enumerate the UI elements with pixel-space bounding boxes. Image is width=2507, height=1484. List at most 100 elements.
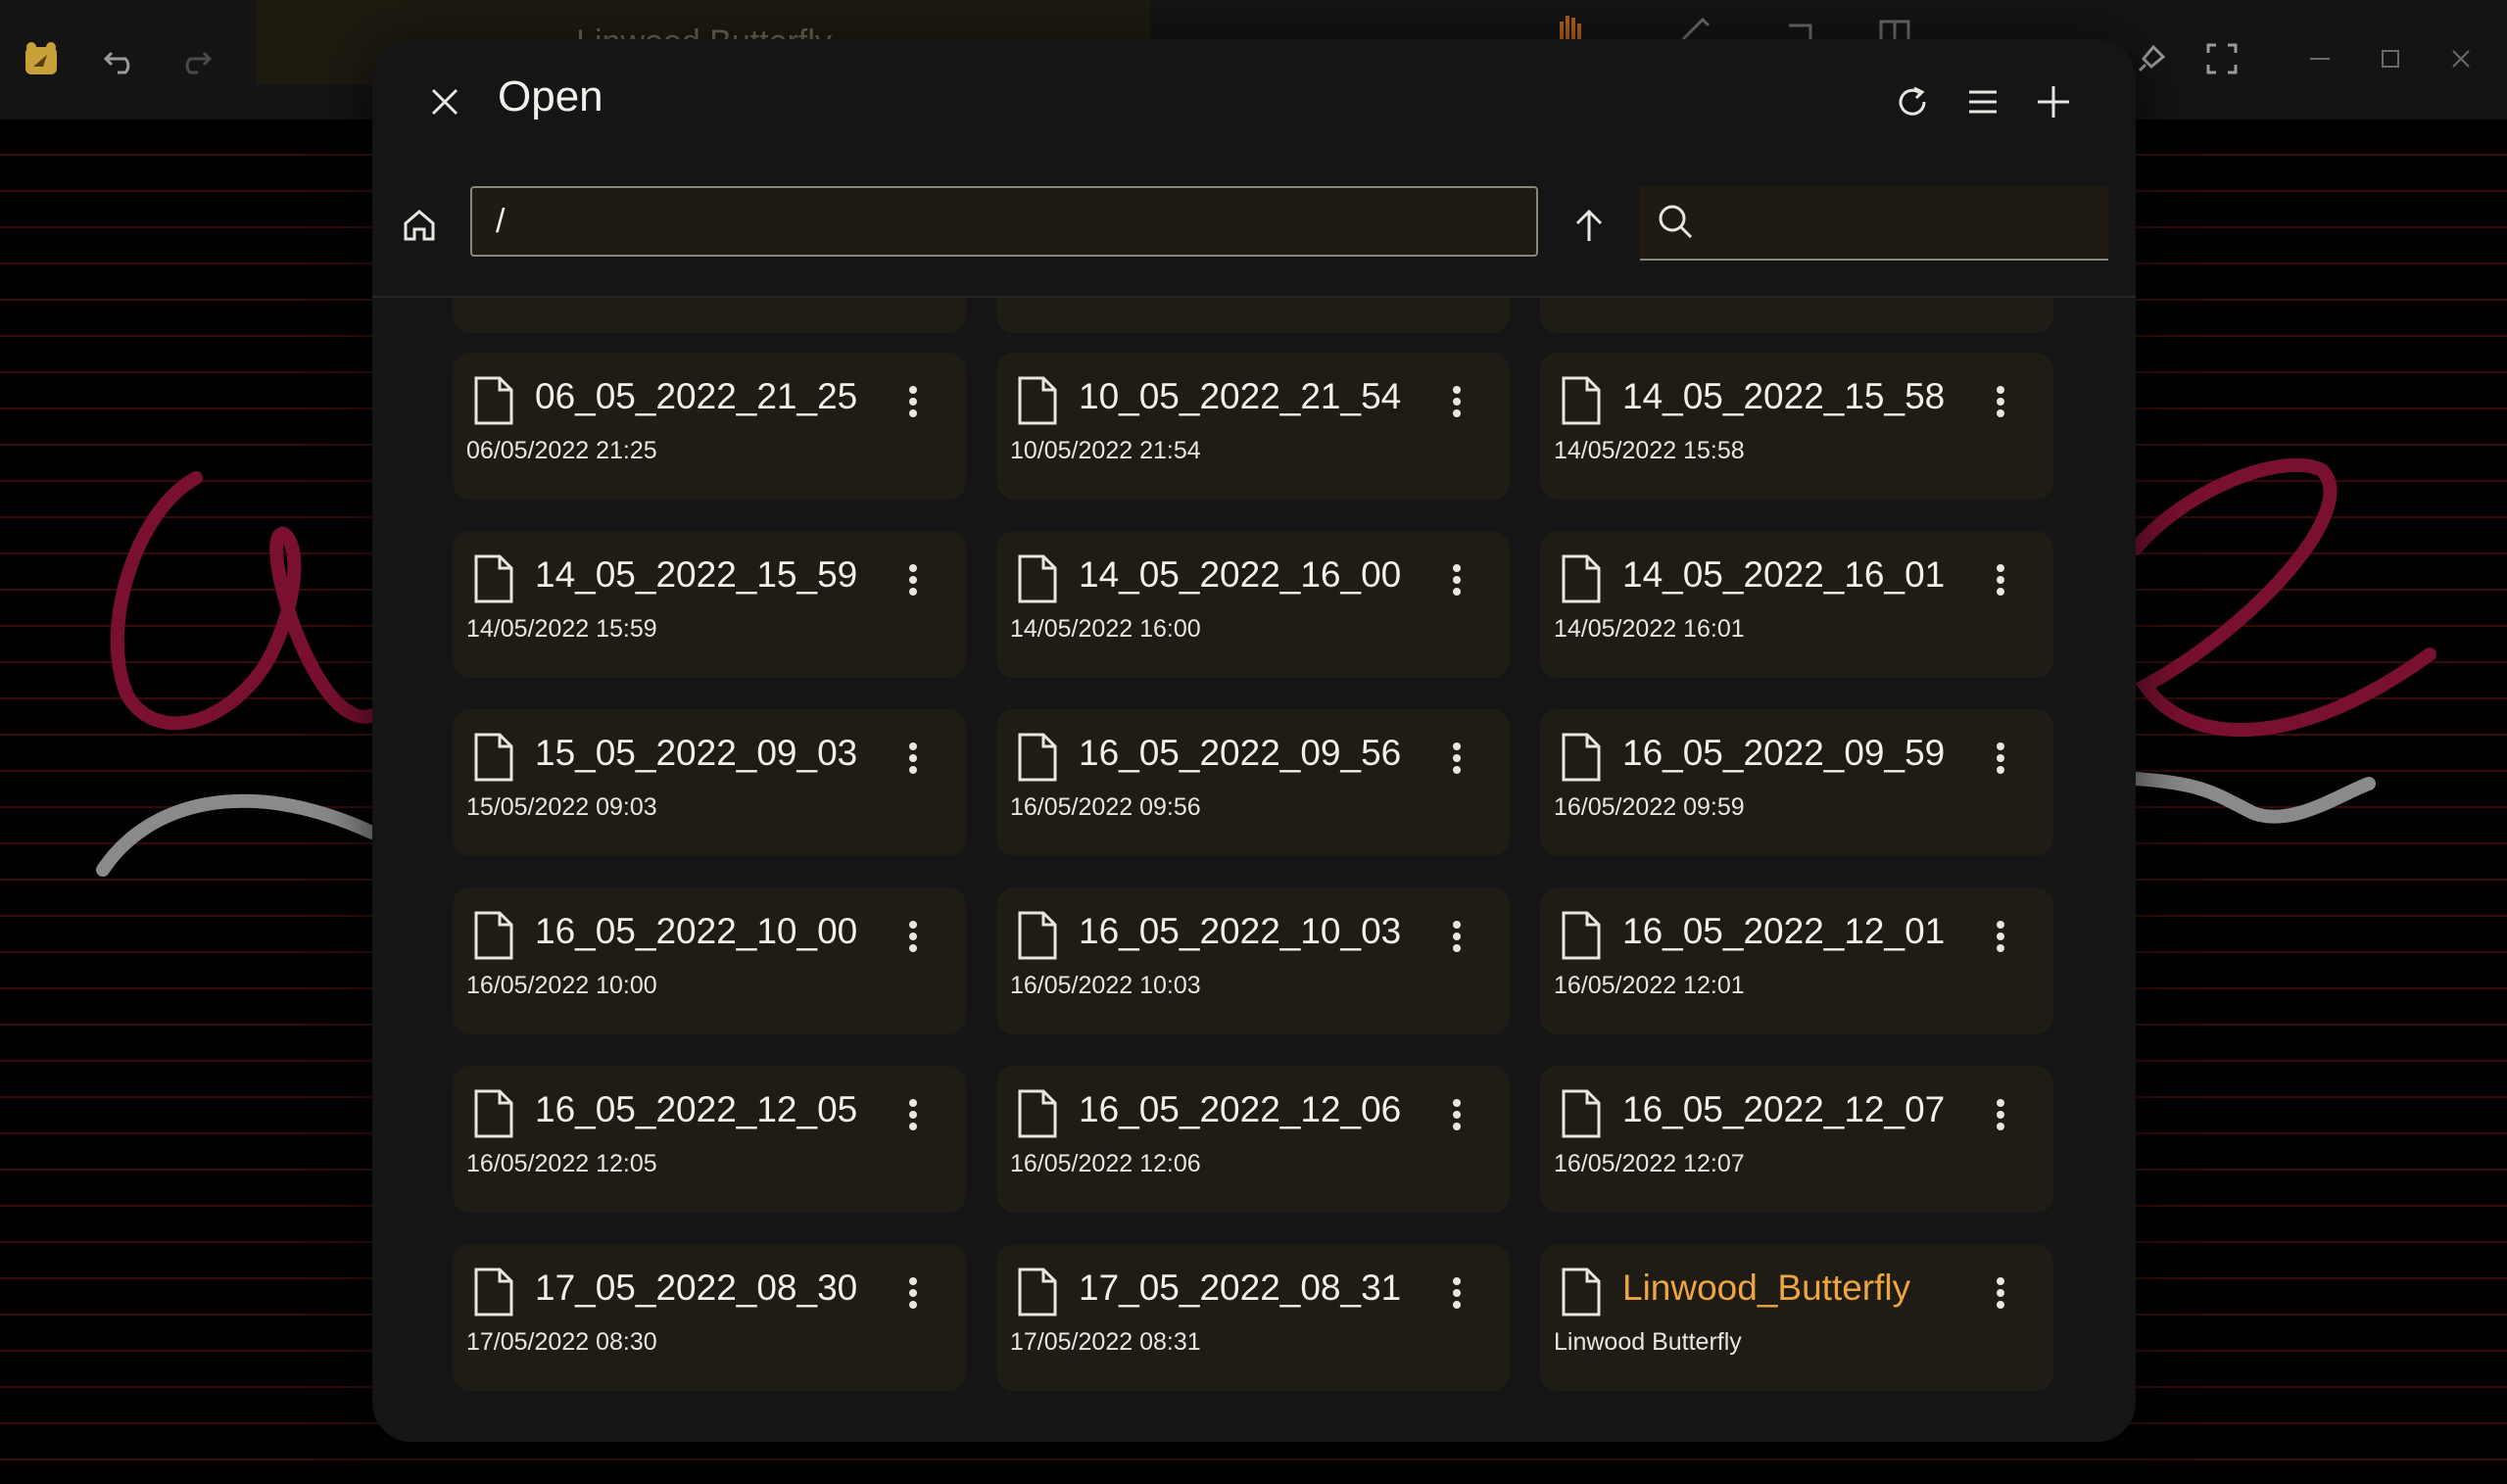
file-icon [472,911,515,960]
file-card[interactable]: 16_05_2022_12_07 16/05/2022 12:07 [1540,1066,2053,1213]
file-date: 15/05/2022 09:03 [466,793,657,821]
file-date: 17/05/2022 08:31 [1010,1328,1201,1356]
more-vertical-icon[interactable] [884,907,942,966]
window-close-icon[interactable] [2434,31,2488,86]
dialog-title: Open [498,72,603,120]
more-vertical-icon[interactable] [1427,907,1486,966]
file-card[interactable]: 14_05_2022_16_00 14/05/2022 16:00 [996,531,1510,678]
file-icon [472,1268,515,1316]
file-icon [472,376,515,425]
file-card-partial[interactable]: 06/05/2022 10:37 [1540,298,2053,333]
open-dialog: Open 03/04/2022 07:01 05/05/2022 08:33 06/… [372,39,2136,1442]
more-vertical-icon[interactable] [884,1264,942,1322]
more-vertical-icon[interactable] [1427,729,1486,788]
file-name: 16_05_2022_10_03 [1079,911,1402,951]
file-date: 16/05/2022 12:07 [1554,1150,1745,1177]
file-date: 10/05/2022 21:54 [1010,437,1201,464]
more-vertical-icon[interactable] [1971,1264,2030,1322]
add-icon [2038,86,2069,118]
file-icon [1016,911,1059,960]
close-icon [431,88,458,116]
file-date: 14/05/2022 16:00 [1010,615,1201,643]
file-card[interactable]: 14_05_2022_15_58 14/05/2022 15:58 [1540,353,2053,500]
file-card[interactable]: 16_05_2022_10_00 16/05/2022 10:00 [453,887,966,1034]
file-card[interactable]: 14_05_2022_16_01 14/05/2022 16:01 [1540,531,2053,678]
file-name: 15_05_2022_09_03 [535,733,858,773]
file-icon [1560,376,1603,425]
more-vertical-icon[interactable] [884,729,942,788]
file-date: 16/05/2022 10:03 [1010,972,1201,999]
file-card[interactable]: 16_05_2022_09_59 16/05/2022 09:59 [1540,709,2053,856]
file-card[interactable]: 17_05_2022_08_31 17/05/2022 08:31 [996,1244,1510,1391]
close-button[interactable] [410,67,480,137]
more-vertical-icon[interactable] [1971,729,2030,788]
file-icon [1560,911,1603,960]
file-icon [472,733,515,782]
file-icon [1560,733,1603,782]
file-card[interactable]: 14_05_2022_15_59 14/05/2022 15:59 [453,531,966,678]
file-name: 14_05_2022_15_58 [1622,376,1946,416]
file-icon [1560,554,1603,603]
more-vertical-icon[interactable] [1971,372,2030,431]
file-card[interactable]: Linwood_Butterfly Linwood Butterfly [1540,1244,2053,1391]
maximize-icon[interactable] [2363,31,2418,86]
fullscreen-icon[interactable] [2194,31,2249,86]
file-name: 17_05_2022_08_31 [1079,1268,1402,1308]
file-card-partial[interactable]: 05/05/2022 08:33 [996,298,1510,333]
file-card[interactable]: 17_05_2022_08_30 17/05/2022 08:30 [453,1244,966,1391]
view-menu-button[interactable] [1948,67,2018,137]
file-icon [1016,1268,1059,1316]
search-input[interactable] [1718,186,2095,259]
file-card[interactable]: 15_05_2022_09_03 15/05/2022 09:03 [453,709,966,856]
file-card[interactable]: 16_05_2022_12_01 16/05/2022 12:01 [1540,887,2053,1034]
more-vertical-icon[interactable] [1427,551,1486,609]
file-icon [472,1089,515,1138]
more-vertical-icon[interactable] [884,1085,942,1144]
file-name: 14_05_2022_15_59 [535,554,858,595]
more-vertical-icon[interactable] [884,551,942,609]
minimize-icon[interactable] [2292,31,2347,86]
file-name: 16_05_2022_12_07 [1622,1089,1946,1129]
home-button[interactable] [384,190,455,261]
more-vertical-icon[interactable] [1971,907,2030,966]
refresh-button[interactable] [1877,67,1948,137]
file-card[interactable]: 16_05_2022_10_03 16/05/2022 10:03 [996,887,1510,1034]
file-icon [1016,1089,1059,1138]
file-name: 17_05_2022_08_30 [535,1268,858,1308]
file-date: 17/05/2022 08:30 [466,1328,657,1356]
file-card[interactable]: 06_05_2022_21_25 06/05/2022 21:25 [453,353,966,500]
undo-icon[interactable] [94,31,149,86]
file-date: 16/05/2022 12:01 [1554,972,1745,999]
more-vertical-icon[interactable] [1971,551,2030,609]
file-card-partial[interactable]: 03/04/2022 07:01 [453,298,966,333]
path-input[interactable] [470,186,1538,257]
more-vertical-icon[interactable] [1427,1264,1486,1322]
file-date: 14/05/2022 15:58 [1554,437,1745,464]
app-logo-icon[interactable] [14,31,69,86]
redo-icon[interactable] [167,31,221,86]
file-date: 16/05/2022 09:56 [1010,793,1201,821]
file-name: 16_05_2022_09_56 [1079,733,1402,773]
search-box[interactable] [1640,186,2108,261]
file-card[interactable]: 16_05_2022_12_05 16/05/2022 12:05 [453,1066,966,1213]
menu-icon [1969,90,1997,114]
file-icon [472,554,515,603]
file-date: 16/05/2022 09:59 [1554,793,1745,821]
more-vertical-icon[interactable] [1427,372,1486,431]
path-bar [372,186,2136,304]
arrow-up-icon [1575,209,1603,241]
file-date: Linwood Butterfly [1554,1328,1742,1356]
dialog-header: Open [372,39,2136,167]
file-card[interactable]: 16_05_2022_12_06 16/05/2022 12:06 [996,1066,1510,1213]
file-card[interactable]: 10_05_2022_21_54 10/05/2022 21:54 [996,353,1510,500]
more-vertical-icon[interactable] [1427,1085,1486,1144]
add-button[interactable] [2018,67,2089,137]
file-name: 16_05_2022_10_00 [535,911,858,951]
parent-directory-button[interactable] [1554,190,1624,261]
file-name: 16_05_2022_09_59 [1622,733,1946,773]
more-vertical-icon[interactable] [884,372,942,431]
file-card[interactable]: 16_05_2022_09_56 16/05/2022 09:56 [996,709,1510,856]
file-name: 14_05_2022_16_00 [1079,554,1402,595]
more-vertical-icon[interactable] [1971,1085,2030,1144]
search-icon [1659,205,1693,239]
